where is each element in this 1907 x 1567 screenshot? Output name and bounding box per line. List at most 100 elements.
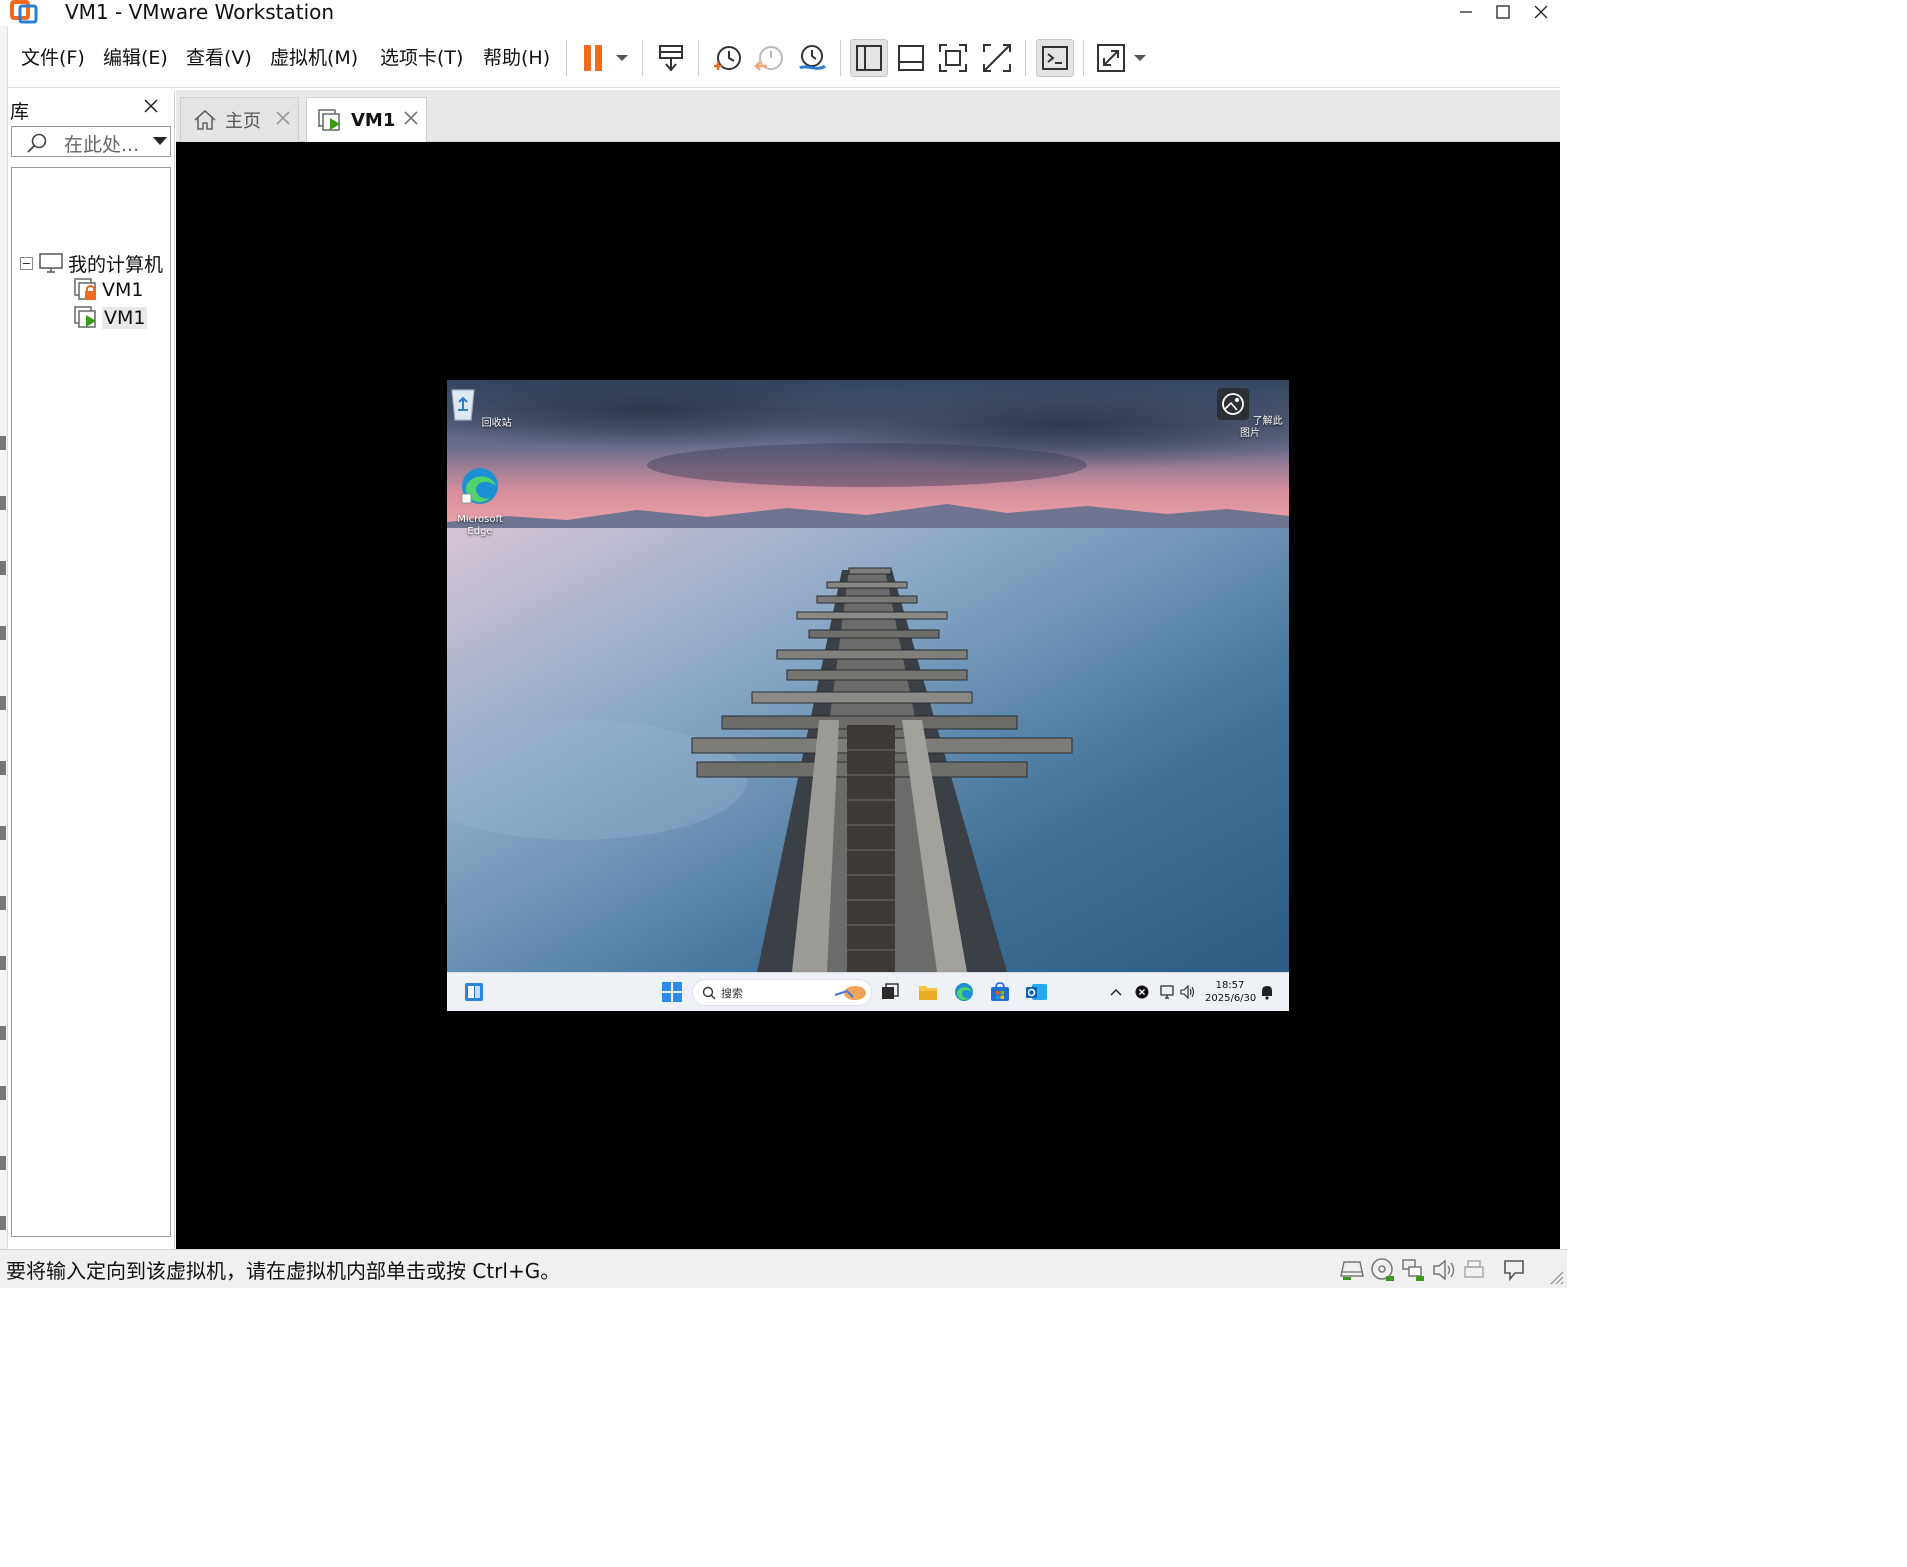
menu-file[interactable]: 文件(F) <box>21 43 85 70</box>
vm-locked-icon <box>74 278 96 300</box>
tree-item-label: VM1 <box>102 307 148 329</box>
background-window-edge <box>0 26 8 1288</box>
message-log-icon <box>1504 1260 1524 1282</box>
view-sidebar-icon <box>856 45 882 71</box>
volume-button[interactable] <box>1177 981 1199 1003</box>
revert-snapshot-button[interactable] <box>750 39 788 77</box>
console-view-toggle[interactable] <box>1036 39 1074 77</box>
chevron-down-icon[interactable] <box>152 136 168 146</box>
desktop-icon-recycle-bin[interactable]: 回收站 <box>447 386 513 430</box>
maximize-button[interactable] <box>1484 0 1522 24</box>
tab-label: 主页 <box>225 111 261 132</box>
taskbar-clock[interactable]: 18:57 2025/6/30 <box>1205 979 1256 1005</box>
tree-root-label: 我的计算机 <box>68 253 164 276</box>
desktop-icon-learn-about-picture[interactable]: 了解此图片 <box>1215 388 1285 440</box>
search-highlight-icon <box>834 986 866 1000</box>
tab-vm1[interactable]: VM1 <box>306 97 427 143</box>
resize-grip-icon[interactable] <box>1545 1266 1565 1286</box>
widgets-button[interactable] <box>463 981 485 1003</box>
close-library-button[interactable] <box>144 98 162 116</box>
library-title: 库 <box>10 101 30 123</box>
chevron-up-icon <box>1110 989 1122 996</box>
unity-button[interactable] <box>978 39 1016 77</box>
task-view-button[interactable] <box>879 981 901 1003</box>
menu-tabs[interactable]: 选项卡(T) <box>380 43 463 70</box>
minimize-button[interactable] <box>1447 0 1485 24</box>
hard-disk-icon <box>1340 1261 1364 1280</box>
menu-view[interactable]: 查看(V) <box>186 43 252 70</box>
notification-icon <box>1262 986 1272 1000</box>
vm-running-icon <box>74 306 96 328</box>
pause-icon <box>584 45 602 71</box>
edge-taskbar-button[interactable] <box>953 981 975 1003</box>
close-icon <box>144 99 158 113</box>
tree-root-my-computer[interactable]: 我的计算机 <box>20 250 163 276</box>
library-tree: 我的计算机 VM1 VM1 <box>11 167 171 1237</box>
menu-edit[interactable]: 编辑(E) <box>103 43 168 70</box>
desktop-icon-label: Microsoft Edge <box>457 514 503 537</box>
start-button[interactable] <box>661 981 683 1003</box>
power-menu-dropdown[interactable] <box>611 39 633 77</box>
tray-status-button[interactable] <box>1131 981 1153 1003</box>
pause-button[interactable] <box>578 39 608 77</box>
tree-item-label: VM1 <box>102 279 144 301</box>
show-hidden-icons-button[interactable] <box>1105 981 1127 1003</box>
guest-desktop[interactable]: 回收站 Microsoft Edge 了解此图片 搜索 18:57 2025/6… <box>447 380 1289 1011</box>
maximize-icon <box>1496 5 1510 19</box>
network-adapter-icon <box>1402 1259 1424 1281</box>
library-search-input[interactable]: 在此处... <box>11 126 171 157</box>
sound-card-icon <box>1433 1259 1455 1281</box>
file-explorer-button[interactable] <box>917 981 939 1003</box>
vm-console[interactable]: 回收站 Microsoft Edge 了解此图片 搜索 18:57 2025/6… <box>176 142 1560 1249</box>
show-library-toggle[interactable] <box>850 39 888 77</box>
close-tab-icon[interactable] <box>276 111 290 125</box>
stretch-guest-button[interactable] <box>1093 39 1129 77</box>
send-ctrl-alt-del-button[interactable] <box>651 39 691 77</box>
desktop-wallpaper <box>447 380 1289 972</box>
network-adapter-status[interactable] <box>1399 1257 1427 1283</box>
outlook-button[interactable] <box>1026 981 1048 1003</box>
take-snapshot-button[interactable] <box>708 39 746 77</box>
cd-dvd-status[interactable] <box>1369 1257 1397 1283</box>
close-window-button[interactable] <box>1522 0 1560 24</box>
store-icon <box>991 982 1009 1001</box>
menu-vm[interactable]: 虚拟机(M) <box>270 43 358 70</box>
menu-toolbar: 文件(F) 编辑(E) 查看(V) 虚拟机(M) 选项卡(T) 帮助(H) <box>8 28 1560 88</box>
start-icon <box>662 982 682 1002</box>
desktop-icon-edge[interactable]: Microsoft Edge <box>447 466 513 538</box>
view-thumbnail-icon <box>898 45 924 71</box>
volume-icon <box>1180 985 1195 999</box>
collapse-toggle[interactable] <box>20 256 33 270</box>
library-pane: 库 在此处... 我的计算机 VM1 VM1 <box>8 90 175 1250</box>
close-tab-icon[interactable] <box>404 111 418 125</box>
show-thumbnail-bar-toggle[interactable] <box>892 39 930 77</box>
console-icon <box>1042 46 1068 70</box>
edge-icon <box>955 983 973 1001</box>
send-ctrl-alt-del-icon <box>659 45 683 72</box>
fullscreen-button[interactable] <box>934 39 972 77</box>
tab-home[interactable]: 主页 <box>180 97 299 142</box>
stretch-menu-dropdown[interactable] <box>1130 39 1150 77</box>
sound-card-status[interactable] <box>1430 1257 1458 1283</box>
search-icon <box>702 986 716 1000</box>
dropdown-arrow-icon <box>616 55 628 61</box>
vmware-workstation-window: VM1 - VMware Workstation 文件(F) 编辑(E) 查看(… <box>0 0 1567 1288</box>
hard-disk-status[interactable] <box>1338 1257 1366 1283</box>
fullscreen-icon <box>939 44 967 72</box>
computer-icon <box>39 253 63 273</box>
cd-dvd-icon <box>1371 1258 1394 1281</box>
printer-status[interactable] <box>1460 1257 1488 1283</box>
snapshot-manager-icon <box>799 45 826 70</box>
message-log-status[interactable] <box>1500 1257 1528 1283</box>
file-explorer-icon <box>919 986 937 1000</box>
unity-icon <box>983 44 1011 72</box>
snapshot-manager-button[interactable] <box>793 39 831 77</box>
menu-help[interactable]: 帮助(H) <box>483 43 550 70</box>
desktop-icon-label: 回收站 <box>481 418 512 429</box>
network-button[interactable] <box>1157 981 1179 1003</box>
taskbar-search-box[interactable]: 搜索 <box>692 979 872 1006</box>
notification-button[interactable] <box>1256 981 1278 1003</box>
tree-item-vm1-running[interactable]: VM1 <box>73 305 148 331</box>
store-button[interactable] <box>989 981 1011 1003</box>
tree-item-vm1-locked[interactable]: VM1 <box>73 277 143 303</box>
